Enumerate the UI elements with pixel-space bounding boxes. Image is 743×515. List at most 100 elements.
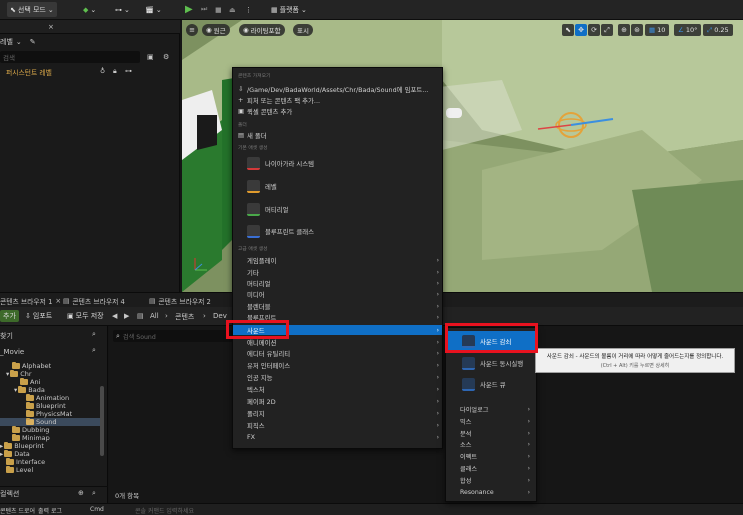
folder-item-minimap[interactable]: Minimap <box>0 434 50 442</box>
tab-content-browser-4[interactable]: ▤ 콘텐츠 브라우저 4 <box>63 295 125 307</box>
import-to-path-item[interactable]: ⇩ /Game/Dev/BadaWorld/Assets/Chr/Bada/So… <box>233 84 442 94</box>
folder-item-chr[interactable]: ▾ Chr <box>0 370 32 378</box>
add-button[interactable]: 추가 <box>0 310 19 322</box>
sound-synthesis-item[interactable]: 합성 › <box>446 475 536 485</box>
folder-path-icon[interactable]: ▤ <box>137 312 144 320</box>
folder-item-blueprint-root[interactable]: ▸ Blueprint <box>0 442 44 450</box>
output-log-button[interactable]: 출력 로그 <box>38 506 62 515</box>
breadcrumb-content[interactable]: 콘텐츠 <box>175 312 194 322</box>
angle-snap-button[interactable]: ∠ 10° <box>674 24 702 36</box>
console-input[interactable]: 콘솔 커맨드 입력하세요 <box>135 506 194 515</box>
hierarchy-icon[interactable]: ⊶ <box>125 67 132 75</box>
sound-effects-item[interactable]: 이펙트 › <box>446 451 536 461</box>
move-tool-icon[interactable]: ✥ <box>575 24 587 36</box>
blueprint-class-item[interactable]: 블루프린트 클래스 <box>233 221 442 241</box>
folder-item-physicsmat[interactable]: PhysicsMat <box>0 410 72 418</box>
rotate-tool-icon[interactable]: ⟳ <box>588 24 600 36</box>
folder-item-alphabet[interactable]: Alphabet <box>0 362 51 370</box>
folder-item-level[interactable]: Level <box>0 466 33 474</box>
chevron-down-icon[interactable]: ⌄ <box>16 38 22 46</box>
sound-concurrency-item[interactable]: 사운드 동시실행 <box>446 353 536 373</box>
new-folder-item[interactable]: ▤ 새 폴더 <box>233 130 442 140</box>
category-gameplay[interactable]: 게임플레이 › <box>233 255 442 265</box>
play-options-button[interactable]: ⋮ <box>242 2 255 17</box>
category-media[interactable]: 미디어 › <box>233 289 442 299</box>
category-foliage[interactable]: 폴리지 › <box>233 408 442 418</box>
category-user-interface[interactable]: 유저 인터페이스 › <box>233 360 442 370</box>
cinematics-button[interactable]: 🎬︎ ⌄ <box>142 2 165 17</box>
breadcrumb-all[interactable]: All <box>150 312 159 320</box>
sound-cue-item[interactable]: 사운드 큐 <box>446 374 536 394</box>
niagara-system-item[interactable]: 나이아가라 시스템 <box>233 153 442 173</box>
bulb-icon[interactable]: ♁ <box>100 67 105 75</box>
viewport-menu-button[interactable]: ≡ <box>186 24 198 36</box>
cmd-button[interactable]: Cmd <box>90 506 104 513</box>
scale-snap-button[interactable]: ⤢ 0.25 <box>703 24 733 36</box>
chevron-down-icon[interactable]: ▾ <box>6 370 9 378</box>
folder-item-ani[interactable]: Ani <box>0 378 40 386</box>
add-folder-icon[interactable]: ▣ <box>147 53 154 61</box>
breadcrumb-dev[interactable]: Dev <box>213 312 227 320</box>
import-button[interactable]: ⇩ 임포트 <box>22 310 55 322</box>
select-tool-icon[interactable]: ⬉ <box>562 24 574 36</box>
folder-tree-scrollbar[interactable] <box>100 386 104 456</box>
outliner-row-persistent-level[interactable]: 퍼시스턴트 레벨 ♁ 🔒︎ ⊶ <box>0 66 180 78</box>
folder-item-blueprint[interactable]: Blueprint <box>0 402 66 410</box>
add-quixel-item[interactable]: ▣ 퀵셀 콘텐츠 추가 <box>233 106 442 116</box>
category-editor-utility[interactable]: 에디터 유틸리티 › <box>233 348 442 358</box>
play-button[interactable]: ▶ <box>182 2 196 17</box>
select-mode-button[interactable]: ⬉ 선택 모드 ⌄ <box>7 2 57 17</box>
folder-item-dubbing[interactable]: Dubbing <box>0 426 49 434</box>
blueprint-menu-button[interactable]: ⊶ ⌄ <box>112 2 133 17</box>
add-circle-icon[interactable]: ⊕ <box>78 489 84 497</box>
category-blendable[interactable]: 블렌더블 › <box>233 301 442 311</box>
folder-item-sound[interactable]: Sound <box>0 418 100 426</box>
category-physics[interactable]: 피직스 › <box>233 420 442 430</box>
category-fx[interactable]: FX › <box>233 432 442 442</box>
history-forward-icon[interactable]: ▶ <box>124 312 129 320</box>
lock-icon[interactable]: 🔒︎ <box>113 67 117 76</box>
pencil-icon[interactable]: ✎ <box>30 38 36 46</box>
history-back-icon[interactable]: ◀ <box>112 312 117 320</box>
folder-item-data[interactable]: ▸ Data <box>0 450 30 458</box>
chevron-down-icon[interactable]: ▾ <box>14 386 17 394</box>
folder-item-bada[interactable]: ▾ Bada <box>0 386 45 394</box>
platforms-button[interactable]: ▦ 플랫폼 ⌄ <box>268 2 310 17</box>
favorites-header[interactable]: 찾기 ⌕ <box>0 330 108 342</box>
tab-content-browser-2[interactable]: ▤ 콘텐츠 브라우저 2 <box>149 295 211 307</box>
surface-snap-icon[interactable]: ⊛ <box>631 24 643 36</box>
category-texture[interactable]: 텍스처 › <box>233 384 442 394</box>
category-material[interactable]: 머티리얼 › <box>233 278 442 288</box>
sound-mix-item[interactable]: 믹스 › <box>446 416 536 426</box>
scale-tool-icon[interactable]: ⤢ <box>601 24 613 36</box>
advance-frame-button[interactable]: ⏭ <box>198 2 210 17</box>
eject-button[interactable]: ⏏ <box>226 2 239 17</box>
content-drawer-button[interactable]: 콘텐츠 드로어 <box>0 506 35 515</box>
close-icon[interactable]: × <box>48 23 54 31</box>
sound-class-item[interactable]: 클래스 › <box>446 463 536 473</box>
search-icon[interactable]: ⌕ <box>92 346 96 355</box>
grid-snap-button[interactable]: ▦ 10 <box>645 24 670 36</box>
level-item[interactable]: 레벨 <box>233 176 442 196</box>
sound-dialogue-item[interactable]: 다이얼로그 › <box>446 404 536 414</box>
save-all-button[interactable]: ▣ 모두 저장 <box>64 310 107 322</box>
world-space-icon[interactable]: ⊕ <box>618 24 630 36</box>
add-feature-pack-item[interactable]: + 피처 또는 콘텐츠 팩 추가... <box>233 95 442 105</box>
lighting-button[interactable]: ◉ 라이팅포함 <box>239 24 285 36</box>
search-icon[interactable]: ⌕ <box>92 330 96 339</box>
material-item[interactable]: 머티리얼 <box>233 199 442 219</box>
folder-item-animation[interactable]: Animation <box>0 394 69 402</box>
search-icon[interactable]: ⌕ <box>92 489 96 498</box>
project-root-row[interactable]: _Movie ⌕ <box>0 346 108 358</box>
add-actor-button[interactable]: ◆ ⌄ <box>80 2 99 17</box>
sound-source-item[interactable]: 소스 › <box>446 439 536 449</box>
folder-item-interface[interactable]: Interface <box>0 458 45 466</box>
gear-icon[interactable]: ⚙ <box>163 53 169 61</box>
show-button[interactable]: 표시 <box>293 24 313 36</box>
category-misc[interactable]: 기타 › <box>233 267 442 277</box>
chevron-right-icon[interactable]: ▸ <box>0 450 3 458</box>
asset-search-input[interactable]: ⌕ 검색 Sound <box>113 330 233 342</box>
sound-analysis-item[interactable]: 분석 › <box>446 428 536 438</box>
tab-content-browser-1[interactable]: 콘텐츠 브라우저 1 × <box>0 295 61 307</box>
collections-header[interactable]: 컬렉션 ⊕ ⌕ <box>0 486 108 500</box>
